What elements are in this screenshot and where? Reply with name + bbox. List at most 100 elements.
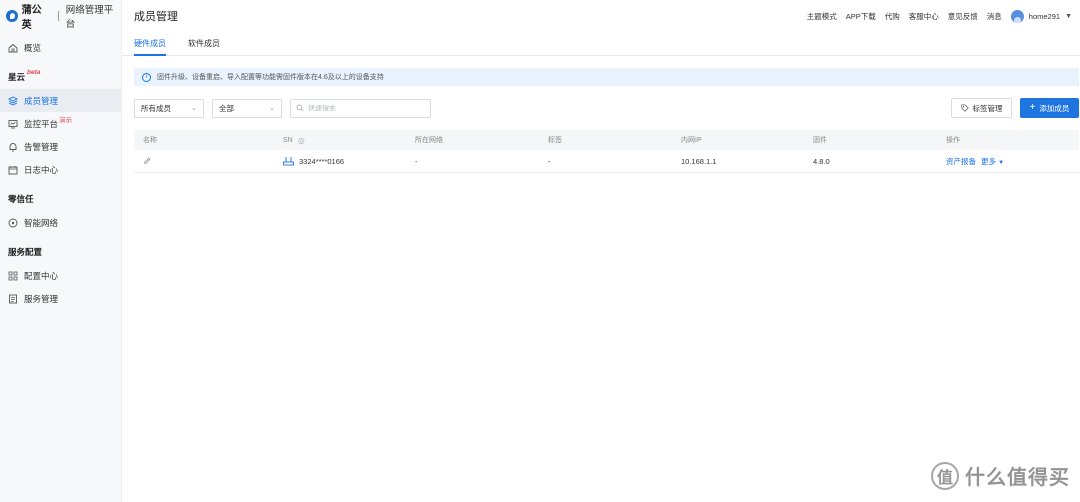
select-value: 全部 <box>219 103 234 113</box>
monitor-icon <box>8 119 18 129</box>
header-link-messages[interactable]: 消息 <box>987 11 1002 22</box>
table-row: 3324****0166 - - 10.168.1.1 4.8.0 资产报备 更… <box>134 150 1079 173</box>
member-filter-select[interactable]: 所有成员 ⌄ <box>134 98 204 118</box>
search-box <box>290 98 431 118</box>
sidebar: 蒲公英 网络管理平台 概览 星云 beta 成员管理 监控平台 演示 告警管理 <box>0 0 122 502</box>
logo-icon <box>6 10 18 22</box>
header-links: 主题模式 APP下载 代购 客服中心 意见反馈 消息 home291 ▼ <box>807 9 1072 23</box>
cell-name <box>134 157 274 165</box>
column-header-tag: 标签 <box>548 137 562 144</box>
chevron-down-icon: ⌄ <box>191 105 197 112</box>
sidebar-item-label: 概览 <box>24 42 42 53</box>
members-table: 名称 SN ◎ 所在网络 标签 内网IP 固件 操作 3324****0166 … <box>134 130 1079 173</box>
demo-badge: 演示 <box>59 116 73 124</box>
plus-icon: + <box>1029 102 1036 113</box>
section-title-text: 服务配置 <box>8 247 43 257</box>
header-link-app-download[interactable]: APP下载 <box>846 11 876 22</box>
notice-text: 固件升级、设备重启、导入配置等功能需固件版本在4.6及以上的设备支持 <box>157 74 384 81</box>
brand[interactable]: 蒲公英 网络管理平台 <box>0 0 121 32</box>
network-icon <box>8 218 18 228</box>
sidebar-item-monitor[interactable]: 监控平台 演示 <box>0 112 121 135</box>
sidebar-item-label: 智能网络 <box>24 217 59 228</box>
sidebar-item-label: 日志中心 <box>24 164 59 175</box>
beta-badge: beta <box>27 68 41 76</box>
home-icon <box>8 43 18 53</box>
section-title-service-config: 服务配置 <box>0 240 121 264</box>
brand-subtitle: 网络管理平台 <box>65 5 114 30</box>
info-icon: i <box>142 72 151 82</box>
header-link-purchase[interactable]: 代购 <box>885 11 900 22</box>
tag-icon <box>960 104 969 112</box>
section-title-zero-trust: 零信任 <box>0 187 121 211</box>
sidebar-item-smart-network[interactable]: 智能网络 <box>0 211 121 234</box>
section-title-text: 星云 <box>8 72 26 82</box>
column-header-label: SN <box>283 136 293 144</box>
watermark-text: 什么值得买 <box>965 467 1070 489</box>
more-actions-dropdown[interactable]: 更多 ▼ <box>981 156 1004 167</box>
sidebar-item-logs[interactable]: 日志中心 <box>0 158 121 181</box>
avatar <box>1010 9 1024 23</box>
header-link-support[interactable]: 客服中心 <box>909 11 939 22</box>
sidebar-item-label: 服务管理 <box>24 293 59 304</box>
watermark-logo: 值 <box>931 461 959 490</box>
sidebar-item-alerts[interactable]: 告警管理 <box>0 135 121 158</box>
add-member-button[interactable]: + 添加成员 <box>1020 98 1079 118</box>
header-link-feedback[interactable]: 意见反馈 <box>948 11 978 22</box>
cell-network: - <box>415 156 418 166</box>
cell-actions: 资产报备 更多 ▼ <box>937 156 1079 167</box>
member-tabs: 硬件成员 软件成员 <box>122 32 1080 56</box>
section-title-nebula: 星云 beta <box>0 65 121 89</box>
brand-name: 蒲公英 <box>21 5 42 31</box>
calendar-icon <box>8 165 18 175</box>
column-header-network: 所在网络 <box>415 137 443 144</box>
cell-firmware: 4.8.0 <box>813 156 830 166</box>
sidebar-item-overview[interactable]: 概览 <box>0 36 121 59</box>
main-content: 成员管理 主题模式 APP下载 代购 客服中心 意见反馈 消息 home291 … <box>122 0 1080 502</box>
sidebar-item-label: 配置中心 <box>24 270 59 281</box>
sidebar-item-members[interactable]: 成员管理 <box>0 89 121 112</box>
chevron-down-icon: ⌄ <box>269 105 275 112</box>
tag-management-button[interactable]: 标签管理 <box>951 98 1012 118</box>
column-header-lan-ip: 内网IP <box>681 137 702 144</box>
brand-divider <box>57 11 59 21</box>
watermark: 值 什么值得买 <box>931 461 1070 490</box>
status-filter-select[interactable]: 全部 ⌄ <box>212 98 282 118</box>
button-label: 标签管理 <box>972 103 1003 113</box>
bell-icon <box>8 142 18 152</box>
sidebar-item-service-management[interactable]: 服务管理 <box>0 287 121 310</box>
sidebar-item-label: 成员管理 <box>24 95 59 106</box>
column-header-actions: 操作 <box>946 137 960 144</box>
search-icon <box>296 104 304 112</box>
section-title-text: 零信任 <box>8 194 34 204</box>
column-header-name: 名称 <box>143 137 157 144</box>
header-link-theme[interactable]: 主题模式 <box>807 11 837 22</box>
username: home291 <box>1028 11 1061 21</box>
toolbar: 所有成员 ⌄ 全部 ⌄ 标签管理 + 添加成员 <box>134 98 1079 118</box>
column-header-sn: SN ◎ <box>274 136 406 145</box>
caret-down-icon: ▼ <box>998 159 1005 166</box>
more-label: 更多 <box>981 156 996 166</box>
caret-down-icon: ▼ <box>1065 12 1072 20</box>
search-input[interactable] <box>308 104 418 112</box>
sidebar-item-label: 监控平台 <box>24 118 59 129</box>
tab-software-members[interactable]: 软件成员 <box>188 38 220 55</box>
grid-icon <box>8 271 18 281</box>
layers-icon <box>8 95 18 106</box>
sidebar-item-config-center[interactable]: 配置中心 <box>0 264 121 287</box>
user-menu[interactable]: home291 ▼ <box>1010 9 1072 23</box>
table-header: 名称 SN ◎ 所在网络 标签 内网IP 固件 操作 <box>134 130 1079 150</box>
button-label: 添加成员 <box>1039 103 1070 113</box>
select-value: 所有成员 <box>141 103 171 113</box>
asset-report-link[interactable]: 资产报备 <box>946 156 976 167</box>
sidebar-item-label: 告警管理 <box>24 141 59 152</box>
column-header-firmware: 固件 <box>813 137 827 144</box>
cell-lan-ip: 10.168.1.1 <box>681 156 717 166</box>
document-icon <box>8 294 18 304</box>
cell-tag: - <box>548 156 551 166</box>
router-icon <box>283 157 294 166</box>
sn-value: 3324****0166 <box>299 156 345 166</box>
eye-icon[interactable]: ◎ <box>298 136 305 145</box>
notice-banner: i 固件升级、设备重启、导入配置等功能需固件版本在4.6及以上的设备支持 <box>134 68 1079 86</box>
edit-icon[interactable] <box>143 157 151 165</box>
tab-hardware-members[interactable]: 硬件成员 <box>134 38 166 56</box>
